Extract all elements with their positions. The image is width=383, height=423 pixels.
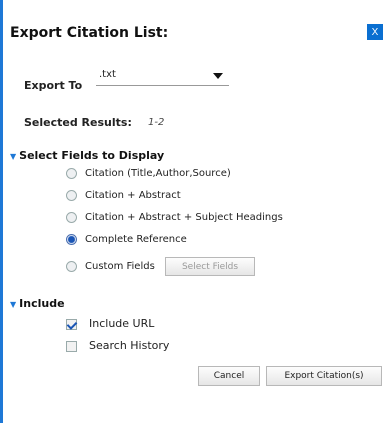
section-include[interactable]: ▼ Include bbox=[10, 297, 65, 310]
include-url-checkbox[interactable]: Include URL bbox=[66, 317, 154, 330]
selected-results-label: Selected Results: bbox=[24, 116, 132, 129]
export-citations-button[interactable]: Export Citation(s) bbox=[266, 366, 382, 386]
include-url-label: Include URL bbox=[89, 317, 155, 330]
dialog-left-border bbox=[0, 0, 3, 423]
radio-label: Custom Fields bbox=[85, 261, 155, 272]
section-include-label: Include bbox=[19, 297, 65, 310]
triangle-down-icon: ▼ bbox=[10, 152, 17, 161]
checkbox-checked-icon bbox=[66, 318, 77, 330]
export-to-label: Export To bbox=[24, 79, 83, 92]
dialog-title: Export Citation List: bbox=[10, 25, 169, 41]
radio-label: Citation + Abstract + Subject Headings bbox=[85, 212, 283, 223]
checkbox-icon bbox=[66, 340, 77, 352]
radio-icon bbox=[66, 190, 77, 201]
search-history-label: Search History bbox=[89, 339, 170, 352]
triangle-down-icon: ▼ bbox=[10, 300, 17, 309]
export-format-select[interactable]: .txt bbox=[96, 67, 229, 86]
radio-option-complete-reference[interactable]: Complete Reference bbox=[66, 234, 187, 246]
selected-results-value: 1-2 bbox=[148, 117, 165, 128]
radio-option-citation[interactable]: Citation (Title,Author,Source) bbox=[66, 168, 231, 180]
radio-icon bbox=[66, 261, 77, 272]
radio-icon bbox=[66, 212, 77, 223]
radio-option-custom-fields[interactable]: Custom Fields bbox=[66, 261, 155, 273]
section-select-fields[interactable]: ▼ Select Fields to Display bbox=[10, 149, 164, 162]
radio-label: Complete Reference bbox=[85, 234, 187, 245]
select-fields-button[interactable]: Select Fields bbox=[165, 257, 255, 276]
radio-option-citation-abstract-subject[interactable]: Citation + Abstract + Subject Headings bbox=[66, 212, 283, 224]
search-history-checkbox[interactable]: Search History bbox=[66, 339, 169, 352]
section-select-fields-label: Select Fields to Display bbox=[19, 149, 165, 162]
chevron-down-icon bbox=[213, 73, 223, 79]
close-button[interactable]: X bbox=[367, 24, 383, 40]
radio-label: Citation + Abstract bbox=[85, 190, 181, 201]
radio-label: Citation (Title,Author,Source) bbox=[85, 168, 231, 179]
radio-option-citation-abstract[interactable]: Citation + Abstract bbox=[66, 190, 181, 202]
cancel-button[interactable]: Cancel bbox=[198, 366, 260, 386]
radio-selected-icon bbox=[66, 234, 77, 245]
radio-icon bbox=[66, 168, 77, 179]
export-format-value: .txt bbox=[99, 69, 116, 80]
export-citation-dialog: Export Citation List: X Export To .txt S… bbox=[0, 0, 383, 423]
